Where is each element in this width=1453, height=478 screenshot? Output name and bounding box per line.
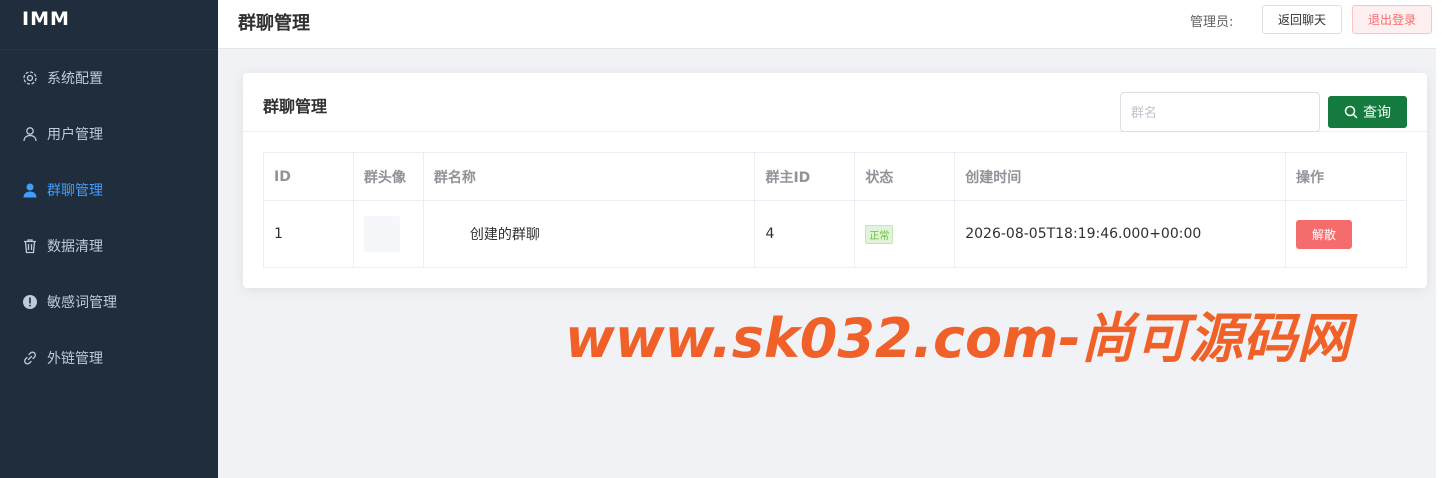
table-header-row: ID 群头像 群名称 群主ID 状态 创建时间 操作 bbox=[263, 152, 1407, 201]
sidebar: IMM 系统配置 用户管理 群聊管理 数据清理 敏感词管理 外链管理 bbox=[0, 0, 218, 478]
cell-id: 1 bbox=[263, 200, 354, 268]
group-name-search-input[interactable] bbox=[1120, 92, 1320, 132]
dissolve-group-button[interactable]: 解散 bbox=[1296, 219, 1353, 249]
card-title: 群聊管理 bbox=[263, 97, 328, 116]
query-button-label: 查询 bbox=[1363, 105, 1391, 121]
status-badge: 正常 bbox=[865, 224, 894, 244]
user-filled-icon bbox=[22, 182, 38, 198]
column-header-status[interactable]: 状态 bbox=[854, 152, 956, 201]
cell-owner-id: 4 bbox=[754, 200, 856, 268]
group-table: ID 群头像 群名称 群主ID 状态 创建时间 操作 1 创建的群聊 4 正常 … bbox=[263, 152, 1407, 268]
sidebar-item-groups[interactable]: 群聊管理 bbox=[0, 162, 218, 218]
column-header-avatar[interactable]: 群头像 bbox=[352, 152, 424, 201]
page-title: 群聊管理 bbox=[238, 13, 310, 34]
link-icon bbox=[22, 350, 38, 366]
cell-actions: 解散 bbox=[1285, 200, 1407, 268]
cell-avatar bbox=[352, 200, 424, 268]
table-row: 1 创建的群聊 4 正常 2026-08-05T18:19:46.000+00:… bbox=[263, 200, 1407, 268]
sidebar-item-label: 系统配置 bbox=[47, 71, 103, 87]
sidebar-item-data-cleanup[interactable]: 数据清理 bbox=[0, 218, 218, 274]
group-management-card: 群聊管理 查询 ID 群头像 群名称 群主ID 状态 创建时间 操作 1 bbox=[243, 73, 1427, 288]
sidebar-item-label: 数据清理 bbox=[47, 239, 103, 255]
scrollbar-track[interactable] bbox=[1436, 0, 1453, 478]
cell-status: 正常 bbox=[854, 200, 956, 268]
sidebar-item-label: 外链管理 bbox=[47, 351, 103, 367]
sidebar-item-users[interactable]: 用户管理 bbox=[0, 106, 218, 162]
app-logo: IMM bbox=[0, 0, 218, 50]
column-header-actions[interactable]: 操作 bbox=[1285, 152, 1407, 201]
warning-icon bbox=[22, 294, 38, 310]
sidebar-item-external-links[interactable]: 外链管理 bbox=[0, 330, 218, 386]
column-header-created-time[interactable]: 创建时间 bbox=[954, 152, 1287, 201]
admin-label: 管理员: bbox=[1190, 15, 1234, 30]
gear-icon bbox=[22, 70, 38, 86]
column-header-group-name[interactable]: 群名称 bbox=[422, 152, 756, 201]
trash-icon bbox=[22, 238, 38, 254]
sidebar-item-label: 敏感词管理 bbox=[47, 295, 117, 311]
cell-group-name: 创建的群聊 bbox=[422, 200, 756, 268]
group-avatar bbox=[363, 216, 400, 252]
column-header-id[interactable]: ID bbox=[263, 152, 354, 201]
user-outline-icon bbox=[22, 126, 38, 142]
sidebar-item-label: 用户管理 bbox=[47, 127, 103, 143]
logout-button[interactable]: 退出登录 bbox=[1352, 5, 1432, 34]
query-button[interactable]: 查询 bbox=[1328, 96, 1407, 128]
back-to-chat-button[interactable]: 返回聊天 bbox=[1262, 5, 1342, 34]
search-icon bbox=[1344, 105, 1358, 119]
cell-created-time: 2026-08-05T18:19:46.000+00:00 bbox=[954, 200, 1287, 268]
top-header: 群聊管理 管理员: 返回聊天 退出登录 bbox=[218, 0, 1453, 49]
sidebar-item-sensitive-words[interactable]: 敏感词管理 bbox=[0, 274, 218, 330]
group-name: 创建的群聊 bbox=[469, 227, 540, 243]
card-header: 群聊管理 查询 bbox=[243, 73, 1427, 132]
sidebar-item-system-config[interactable]: 系统配置 bbox=[0, 50, 218, 106]
sidebar-item-label: 群聊管理 bbox=[47, 183, 103, 199]
column-header-owner-id[interactable]: 群主ID bbox=[754, 152, 856, 201]
watermark: www.sk032.com-尚可源码网 bbox=[565, 307, 1351, 370]
